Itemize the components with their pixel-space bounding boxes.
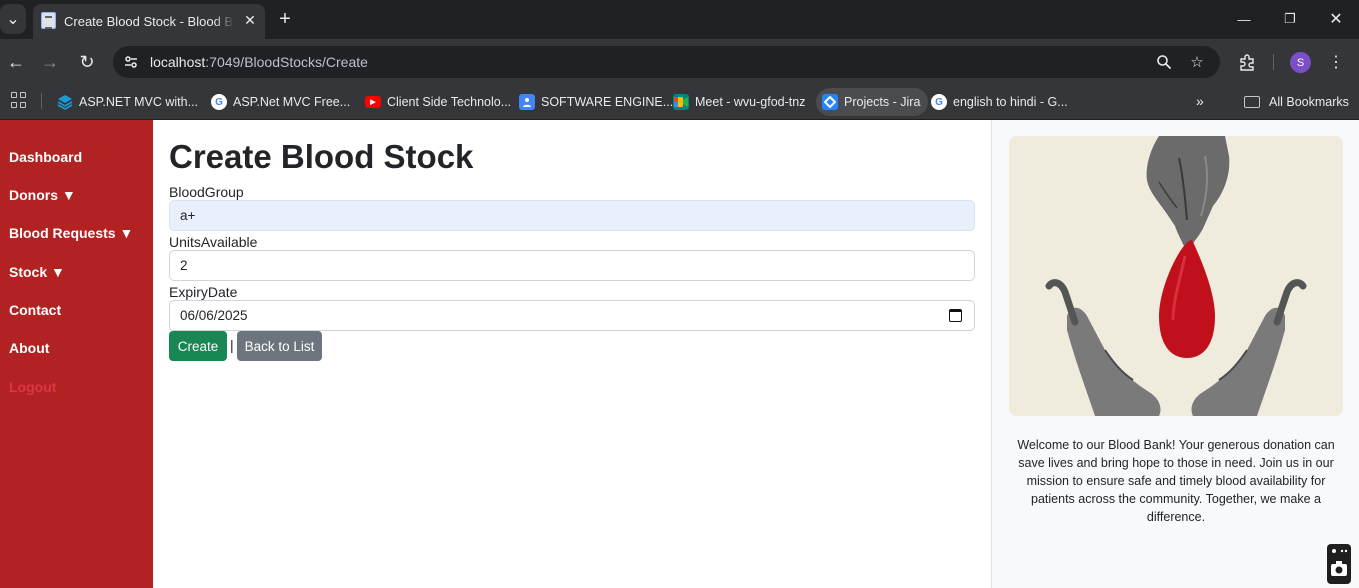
expiry-date-input[interactable]: 06/06/2025 bbox=[169, 300, 975, 331]
meet-icon bbox=[673, 94, 689, 110]
blood-group-input[interactable]: a+ bbox=[169, 200, 975, 231]
units-available-value: 2 bbox=[180, 258, 188, 273]
zoom-icon[interactable] bbox=[1154, 52, 1174, 72]
sidebar-item-logout[interactable]: Logout bbox=[9, 379, 56, 395]
back-button[interactable]: ← bbox=[3, 49, 29, 75]
bookmark-item[interactable]: Meet - wvu-gfod-tnz bbox=[673, 88, 805, 116]
folder-icon bbox=[1244, 96, 1260, 108]
bookmark-item[interactable]: G ASP.Net MVC Free... bbox=[211, 88, 350, 116]
url-text: localhost:7049/BloodStocks/Create bbox=[150, 54, 368, 70]
layers-icon bbox=[57, 94, 73, 110]
close-window-button[interactable]: ✕ bbox=[1313, 6, 1359, 32]
bookmark-label: Projects - Jira bbox=[844, 95, 921, 109]
create-button[interactable]: Create bbox=[169, 331, 227, 361]
tab-search-button[interactable]: ⌄ bbox=[0, 4, 26, 34]
page-icon bbox=[41, 12, 56, 29]
browser-tab-strip: ⌄ Create Blood Stock - Blood Bank ✕ + — … bbox=[0, 0, 1359, 39]
main-content: Create Blood Stock BloodGroup a+ UnitsAv… bbox=[153, 120, 991, 588]
back-to-list-button[interactable]: Back to List bbox=[237, 331, 322, 361]
chevron-down-icon: ⌄ bbox=[6, 11, 20, 28]
reload-button[interactable]: ↻ bbox=[74, 49, 100, 75]
units-available-input[interactable]: 2 bbox=[169, 250, 975, 281]
classroom-icon bbox=[519, 94, 535, 110]
all-bookmarks-label: All Bookmarks bbox=[1269, 95, 1349, 109]
bookmark-label: english to hindi - G... bbox=[953, 95, 1068, 109]
restore-button[interactable]: ❐ bbox=[1267, 6, 1313, 32]
bookmark-label: SOFTWARE ENGINE... bbox=[541, 95, 674, 109]
url-host: localhost bbox=[150, 54, 206, 70]
jira-icon bbox=[822, 94, 838, 110]
minimize-icon: — bbox=[1237, 11, 1251, 27]
sidebar: Dashboard Donors ▼ Blood Requests ▼ Stoc… bbox=[0, 120, 153, 588]
google-icon: G bbox=[931, 94, 947, 110]
blood-group-value: a+ bbox=[180, 208, 196, 223]
expiry-date-label: ExpiryDate bbox=[169, 284, 238, 300]
extensions-icon[interactable] bbox=[1236, 51, 1258, 73]
sidebar-item-contact[interactable]: Contact bbox=[9, 302, 61, 318]
blood-donation-image bbox=[1009, 136, 1343, 416]
bookmark-item-active[interactable]: Projects - Jira bbox=[816, 88, 929, 116]
page-title: Create Blood Stock bbox=[169, 138, 474, 175]
calendar-icon[interactable] bbox=[949, 309, 962, 322]
plus-icon: + bbox=[279, 7, 291, 30]
browser-tab-active[interactable]: Create Blood Stock - Blood Bank ✕ bbox=[33, 4, 265, 39]
site-info-icon[interactable] bbox=[122, 53, 140, 71]
bookmark-label: ASP.NET MVC with... bbox=[79, 95, 199, 109]
screenshot-tool-icon[interactable] bbox=[1327, 544, 1351, 584]
bookmark-star-icon[interactable]: ☆ bbox=[1187, 52, 1207, 72]
button-separator: | bbox=[230, 337, 234, 353]
google-icon: G bbox=[211, 94, 227, 110]
bookmark-item[interactable]: G english to hindi - G... bbox=[931, 88, 1068, 116]
sidebar-item-donors[interactable]: Donors ▼ bbox=[9, 187, 76, 203]
more-menu-icon[interactable]: ⋮ bbox=[1326, 51, 1346, 73]
sidebar-item-blood-requests[interactable]: Blood Requests ▼ bbox=[9, 225, 133, 241]
sidebar-item-about[interactable]: About bbox=[9, 340, 49, 356]
profile-avatar[interactable]: S bbox=[1290, 52, 1311, 73]
apps-grid-icon[interactable] bbox=[10, 91, 28, 109]
bookmark-item[interactable]: ▶ Client Side Technolo... bbox=[365, 88, 511, 116]
welcome-text: Welcome to our Blood Bank! Your generous… bbox=[1017, 438, 1335, 524]
sidebar-item-stock[interactable]: Stock ▼ bbox=[9, 264, 65, 280]
forward-button[interactable]: → bbox=[37, 49, 63, 75]
toolbar-divider bbox=[1273, 54, 1274, 70]
sidebar-item-dashboard[interactable]: Dashboard bbox=[9, 149, 82, 165]
bookmark-label: ASP.Net MVC Free... bbox=[233, 95, 351, 109]
address-bar[interactable]: localhost:7049/BloodStocks/Create ☆ bbox=[113, 46, 1220, 78]
bookmark-item[interactable]: SOFTWARE ENGINE... bbox=[519, 88, 673, 116]
all-bookmarks-button[interactable]: All Bookmarks bbox=[1244, 88, 1349, 116]
bookmark-item[interactable]: ASP.NET MVC with... bbox=[57, 88, 198, 116]
bookmarks-bar: ASP.NET MVC with... G ASP.Net MVC Free..… bbox=[0, 85, 1359, 120]
more-bookmarks-icon[interactable]: » bbox=[1196, 93, 1204, 109]
expiry-date-value: 06/06/2025 bbox=[180, 308, 248, 323]
youtube-icon: ▶ bbox=[365, 96, 381, 108]
url-path: :7049/BloodStocks/Create bbox=[205, 54, 368, 70]
blood-group-label: BloodGroup bbox=[169, 184, 244, 200]
info-panel: Welcome to our Blood Bank! Your generous… bbox=[991, 120, 1359, 588]
close-tab-icon[interactable]: ✕ bbox=[240, 10, 260, 30]
arrow-left-icon: ← bbox=[7, 51, 25, 72]
close-icon: ✕ bbox=[1329, 11, 1343, 28]
bookmark-label: Client Side Technolo... bbox=[387, 95, 512, 109]
minimize-button[interactable]: — bbox=[1221, 6, 1267, 32]
units-available-label: UnitsAvailable bbox=[169, 234, 258, 250]
restore-icon: ❐ bbox=[1284, 11, 1296, 26]
new-tab-button[interactable]: + bbox=[273, 7, 297, 31]
browser-toolbar: ← → ↻ localhost:7049/BloodStocks/Create … bbox=[0, 39, 1359, 85]
reload-icon: ↻ bbox=[79, 51, 95, 72]
bookmark-label: Meet - wvu-gfod-tnz bbox=[695, 95, 806, 109]
arrow-right-icon: → bbox=[41, 51, 59, 72]
tab-title: Create Blood Stock - Blood Bank bbox=[64, 14, 234, 29]
bookmarks-divider bbox=[41, 93, 42, 109]
